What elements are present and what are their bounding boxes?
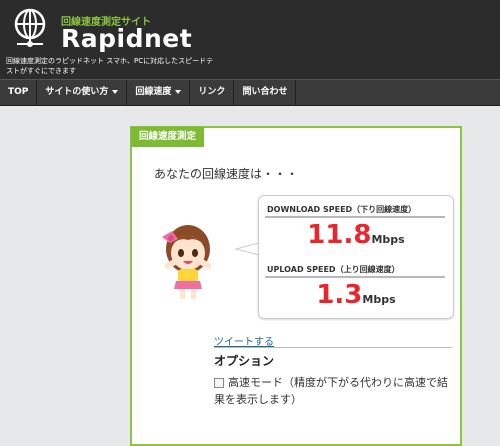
globe-network-icon[interactable]	[11, 8, 49, 48]
site-description: 回線速度測定のラピッドネット スマホ、PCに対応したスピードテストがすぐにできま…	[6, 57, 214, 75]
divider	[265, 276, 445, 278]
divider	[214, 347, 452, 348]
options-title: オプション	[214, 354, 275, 368]
nav-item-links[interactable]: リンク	[190, 80, 235, 105]
main-nav: TOP サイトの使い方 回線速度 リンク 問い合わせ	[0, 79, 500, 106]
fast-mode-option[interactable]: 高速モード（精度が下がる代わりに高速で結果を表示します）	[214, 374, 454, 408]
nav-item-label: リンク	[198, 87, 226, 97]
speed-result-bubble: DOWNLOAD SPEED（下り回線速度） 11.8Mbps UPLOAD S…	[258, 195, 454, 319]
nav-item-usage[interactable]: サイトの使い方	[37, 80, 128, 105]
tweet-link[interactable]: ツイートする	[214, 333, 274, 348]
nav-item-label: サイトの使い方	[45, 87, 109, 97]
nav-item-speed[interactable]: 回線速度	[127, 80, 191, 105]
download-speed-label: DOWNLOAD SPEED（下り回線速度）	[267, 205, 417, 214]
result-prompt: あなたの回線速度は・・・	[154, 167, 299, 181]
divider	[265, 216, 445, 218]
fast-mode-label: 高速モード（精度が下がる代わりに高速で結果を表示します）	[214, 376, 448, 406]
upload-speed-label: UPLOAD SPEED（上り回線速度）	[267, 265, 400, 274]
speech-bubble-tail	[234, 242, 260, 256]
upload-speed: 1.3Mbps	[259, 280, 453, 310]
nav-item-label: 回線速度	[135, 87, 172, 97]
upload-speed-unit: Mbps	[362, 293, 396, 306]
site-title[interactable]: Rapidnet	[61, 24, 192, 53]
speed-test-card: 回線速度測定 あなたの回線速度は・・・ DOWNLOAD SPEED（下り回線速…	[130, 126, 462, 446]
chevron-down-icon	[175, 89, 182, 94]
download-speed: 11.8Mbps	[259, 220, 453, 250]
download-speed-value: 11.8	[307, 220, 372, 250]
site-header: 回線速度測定サイト Rapidnet 回線速度測定のラピッドネット スマホ、PC…	[0, 0, 500, 79]
download-speed-unit: Mbps	[371, 233, 405, 246]
nav-item-label: TOP	[8, 87, 29, 97]
fast-mode-checkbox[interactable]	[214, 378, 224, 388]
nav-item-contact[interactable]: 問い合わせ	[234, 80, 297, 105]
nav-item-top[interactable]: TOP	[0, 80, 38, 105]
upload-speed-value: 1.3	[316, 280, 363, 310]
chevron-down-icon	[112, 89, 119, 94]
mascot-girl-illustration	[162, 225, 212, 299]
nav-item-label: 問い合わせ	[242, 87, 288, 97]
card-tag: 回線速度測定	[131, 127, 205, 147]
